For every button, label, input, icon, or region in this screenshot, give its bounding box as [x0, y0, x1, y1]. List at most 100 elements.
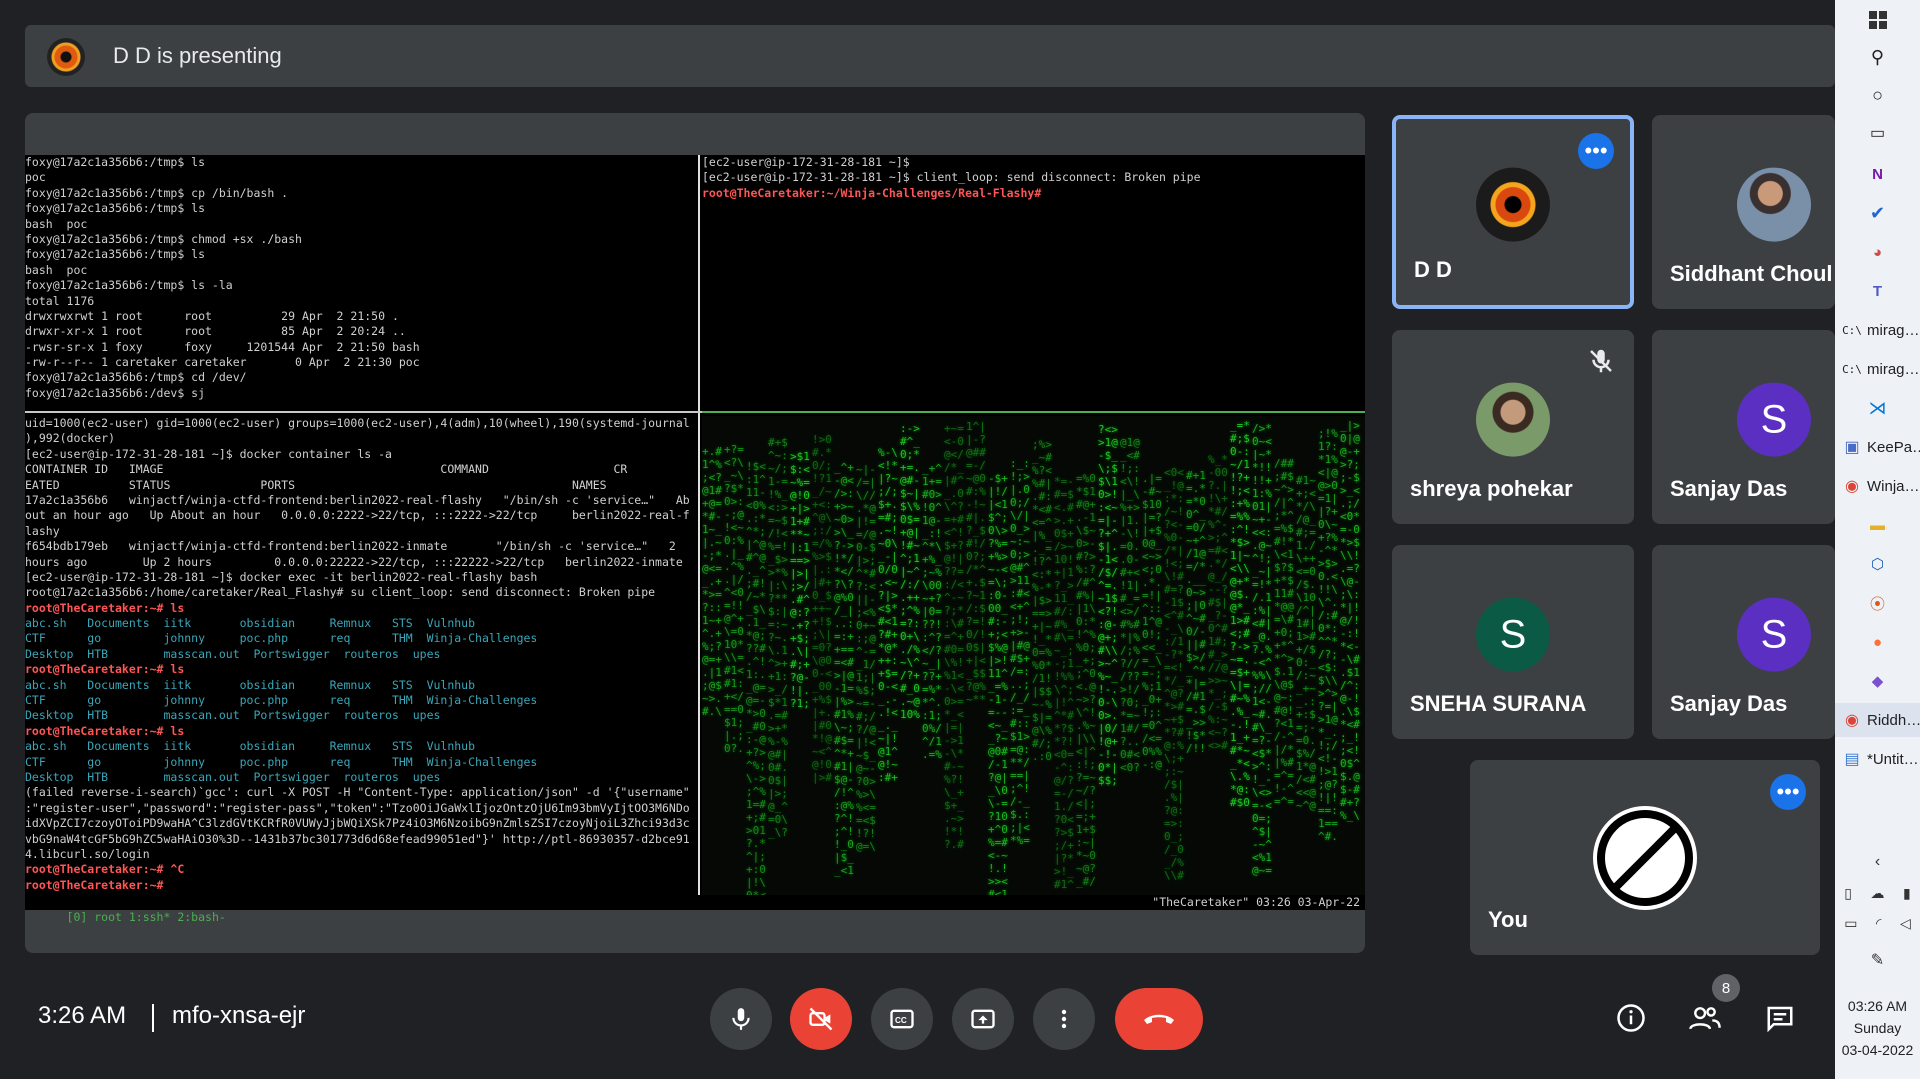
task-view-button[interactable]: ▭: [1835, 116, 1920, 150]
start-button[interactable]: [1835, 3, 1920, 37]
participant-tile-sanjay-1[interactable]: S Sanjay Das: [1652, 330, 1835, 524]
palette-icon: ◕: [1872, 243, 1883, 261]
firefox-button[interactable]: ●: [1835, 625, 1920, 659]
volume-icon[interactable]: ◁: [1900, 915, 1911, 932]
taskbar-item-mirage-2[interactable]: C:\ mirag…: [1835, 352, 1920, 386]
terminal-line: [ec2-user@ip-172-31-28-181 ~]$ docker co…: [25, 446, 392, 461]
terminal-line: root@TheCaretaker:~# ls: [25, 723, 185, 738]
more-options-button[interactable]: •••: [1578, 133, 1614, 169]
app-button-2[interactable]: ⦿: [1835, 586, 1920, 620]
present-screen-button[interactable]: [952, 988, 1014, 1050]
terminal-line: foxy@17a2c1a356b6:/tmp$ cd /dev/: [25, 370, 247, 385]
present-screen-icon: [971, 1009, 995, 1029]
info-icon: [1617, 1004, 1645, 1032]
terminal-line: [ec2-user@ip-172-31-28-181 ~]$ docker ex…: [25, 569, 538, 584]
people-button[interactable]: [1683, 996, 1727, 1040]
terminal-line: root@17a2c1a356b6:/home/caretaker/Real_F…: [25, 585, 656, 600]
audio-activity-icon: •••: [1770, 774, 1806, 810]
participant-name: SNEHA SURANA: [1410, 691, 1587, 716]
participant-name: You: [1488, 907, 1528, 932]
matrix-rain-column: 1^| |-? @## =-/ ~@0 #:% -!~ #|. ?_$ #!/ …: [966, 420, 986, 706]
diamond-icon: ◆: [1871, 673, 1884, 690]
terminal-line: lashy: [25, 523, 60, 538]
search-button[interactable]: ⚲: [1835, 40, 1920, 74]
participant-tile-siddhant[interactable]: Siddhant Choul: [1652, 115, 1835, 309]
app-button-3[interactable]: ◆: [1835, 664, 1920, 698]
windows-logo-icon: [1868, 11, 1887, 29]
pen-workspace-button[interactable]: ✎: [1835, 950, 1920, 970]
terminal-line: -rw-r--r-- 1 caretaker caretaker 0 Apr 2…: [25, 355, 420, 370]
terminal-pane-top-right: [ec2-user@ip-172-31-28-181 ~]$ [ec2-user@…: [702, 155, 1365, 411]
battery-icon[interactable]: ▭: [1844, 915, 1857, 932]
terminal-line: Desktop HTB masscan.out Portswigger rout…: [25, 708, 441, 723]
terminal-line: abc.sh Documents iitk obsidian Remnux ST…: [25, 616, 476, 631]
terminal-line: idXVpZCI7czoyOToiPD9waHA^C3lzdGVtKCRfR0V…: [25, 816, 690, 831]
teams-button[interactable]: T: [1835, 274, 1920, 308]
microphone-button[interactable]: [710, 988, 772, 1050]
participant-tile-you[interactable]: ••• You: [1470, 760, 1820, 955]
matrix-rain-column: =%0 *$1 #@+ .-1 \$~ 0>- #?> %:? /#^ #%| …: [1076, 472, 1096, 888]
participant-tile-shreya[interactable]: shreya pohekar: [1392, 330, 1634, 524]
windows-taskbar: ⚲ ○ ▭ N ✔ ◕ T C:\ mirag… C:\ mirag… ⋊ ▣ …: [1835, 0, 1920, 1079]
matrix-rain-column: _=* #;$ 0-: ~/1 !?+ !;< :+% =%% :^! *$> …: [1230, 419, 1250, 809]
matrix-rain-column: *=- #=$ <.# >.+ 0$+ />~ 10! +|1 ?_> 11_ …: [1054, 475, 1074, 891]
chat-button[interactable]: [1758, 996, 1802, 1040]
initial-avatar: S: [1737, 597, 1811, 672]
matrix-rain-column: >$1 $:< ~%= @!0 +|> 1+# **~ |:1 ==> |>| …: [790, 450, 810, 710]
show-hidden-icons[interactable]: ‹: [1835, 853, 1920, 871]
virtualbox-button[interactable]: ⬡: [1835, 547, 1920, 581]
terminal-line: vbG9naW4tcGF5bG9hZC5waHAiO30%3D--1431b37…: [25, 831, 690, 846]
participant-name: Sanjay Das: [1670, 476, 1788, 501]
matrix-rain-column: @1@ _<# !;: <\! |_\ %+> |1. -\! =0. .0- …: [1120, 436, 1140, 774]
cortana-button[interactable]: ○: [1835, 78, 1920, 112]
taskbar-clock[interactable]: 03:26 AM Sunday 03-04-2022: [1835, 995, 1920, 1061]
captions-button[interactable]: CC: [871, 988, 933, 1050]
meeting-details-button[interactable]: [1609, 996, 1653, 1040]
terminal-line: CTF go johnny poc.php req THM Winja-Chal…: [25, 754, 538, 769]
file-explorer-button[interactable]: ▬: [1835, 508, 1920, 542]
terminal-icon: C:\: [1842, 323, 1862, 337]
participant-name: Sanjay Das: [1670, 691, 1788, 716]
checkmark-icon: ✔: [1869, 202, 1886, 223]
participant-tile-dd[interactable]: ••• D D: [1392, 115, 1634, 309]
taskbar-item-winja[interactable]: ◉ Winja…: [1835, 469, 1920, 503]
taskbar-item-notepad[interactable]: ▤ *Untit…: [1835, 742, 1920, 776]
leave-call-button[interactable]: [1115, 988, 1203, 1050]
terminal-line: CONTAINER ID IMAGE COMMAND CR: [25, 462, 628, 477]
terminal-line: f654bdb179eb winjactf/winja-ctfd-fronten…: [25, 539, 676, 554]
taskbar-item-keepass[interactable]: ▣ KeePa…: [1835, 430, 1920, 464]
initial-avatar: S: [1476, 597, 1550, 672]
usb-icon[interactable]: ▮: [1903, 885, 1911, 902]
taskbar-item-riddh[interactable]: ◉ Riddh…: [1835, 703, 1920, 737]
chat-icon: [1767, 1006, 1793, 1033]
participant-name: Siddhant Choul: [1670, 261, 1833, 286]
participant-name: shreya pohekar: [1410, 476, 1573, 501]
terminal-screen: foxy@17a2c1a356b6:/tmp$ ls poc foxy@17a2c1…: [25, 155, 1365, 924]
terminal-line: foxy@17a2c1a356b6:/tmp$ ls: [25, 247, 206, 262]
taskbar-item-mirage-1[interactable]: C:\ mirag…: [1835, 313, 1920, 347]
terminal-line: -rwsr-sr-x 1 foxy foxy 1201544 Apr 2 21:…: [25, 339, 420, 354]
more-options-button[interactable]: [1033, 988, 1095, 1050]
terminal-icon: C:\: [1842, 362, 1862, 376]
cube-icon: ⬡: [1870, 556, 1885, 573]
camera-button[interactable]: [790, 988, 852, 1050]
matrix-rain-column: !$< :1^ 11- <0% .:* ^*; |^@ #^@ ._^ ;#! …: [746, 460, 766, 902]
tablet-icon[interactable]: ▯: [1844, 885, 1852, 902]
terminal-line: 17a2c1a356b6 winjactf/winja-ctfd-fronten…: [25, 492, 690, 507]
todo-button[interactable]: ✔: [1835, 196, 1920, 230]
terminal-pane-matrix: +.# 1^% ;<? @1# +@= *#- 1~_ |.~ -;* @<= …: [702, 416, 1365, 910]
onenote-button[interactable]: N: [1835, 157, 1920, 191]
wifi-icon[interactable]: ◜: [1876, 915, 1881, 932]
onedrive-icon[interactable]: ☁: [1870, 885, 1884, 902]
firefox-icon: ●: [1872, 633, 1883, 651]
terminal-line: root@TheCaretaker:~# ^C: [25, 862, 185, 877]
terminal-line: root@TheCaretaker:~# ls: [25, 600, 185, 615]
pane-divider-vertical: [698, 155, 700, 910]
vscode-button[interactable]: ⋊: [1835, 391, 1920, 425]
participant-tile-sneha[interactable]: S SNEHA SURANA: [1392, 545, 1634, 739]
microphone-icon: [732, 1008, 750, 1030]
participant-tile-sanjay-2[interactable]: S Sanjay Das: [1652, 545, 1835, 739]
task-view-icon: ▭: [1869, 125, 1886, 142]
app-button[interactable]: ◕: [1835, 235, 1920, 269]
system-tray-row-2: ▭ ◜ ◁: [1835, 915, 1920, 932]
